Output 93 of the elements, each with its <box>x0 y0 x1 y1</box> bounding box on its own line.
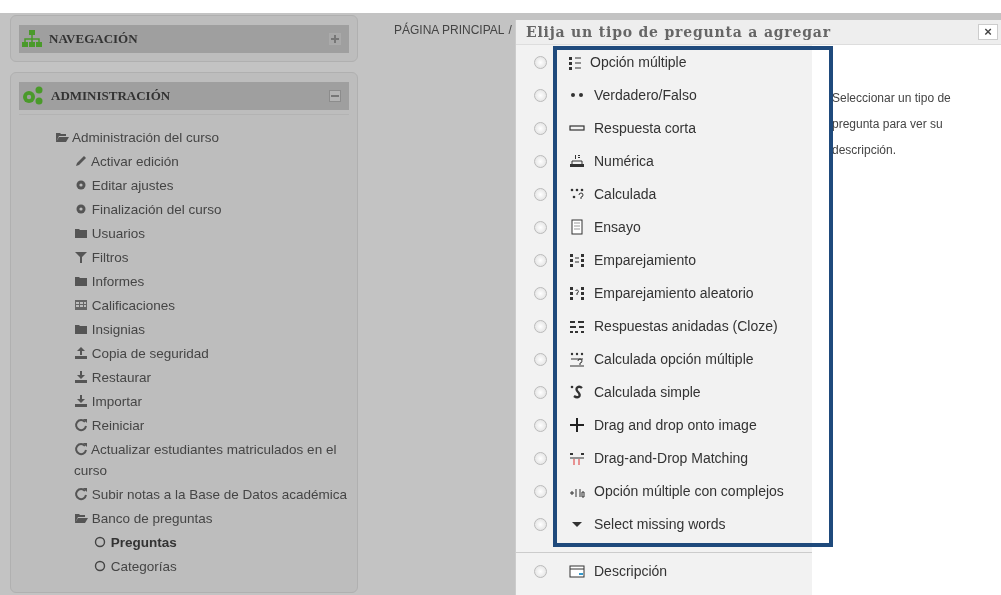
option-label[interactable]: Drag-and-Drop Matching <box>594 450 749 466</box>
block-title: NAVEGACIÓN <box>49 31 139 47</box>
tree-item[interactable]: Preguntas <box>93 532 349 553</box>
radio-button[interactable] <box>534 353 547 366</box>
formula-icon <box>569 186 585 202</box>
option-label[interactable]: Respuesta corta <box>594 120 696 136</box>
table-icon <box>74 298 88 312</box>
tree-item[interactable]: Reiniciar <box>74 415 349 436</box>
tree-item[interactable]: Actualizar estudiantes matriculados en el curso <box>74 439 349 481</box>
option-label[interactable]: Calculada <box>594 186 657 202</box>
tree-item[interactable]: Activar edición <box>74 151 349 172</box>
option-label[interactable]: Respuestas anidadas (Cloze) <box>594 318 778 334</box>
gear-icon <box>74 178 88 192</box>
option-label[interactable]: Ensayo <box>594 219 641 235</box>
folder-icon <box>74 322 88 336</box>
radio-button[interactable] <box>534 254 547 267</box>
card-icon <box>569 563 585 579</box>
option-label[interactable]: Opción múltiple con complejos <box>594 483 784 499</box>
radio-button[interactable] <box>534 452 547 465</box>
tree-item[interactable]: Calificaciones <box>74 295 349 316</box>
radio-button[interactable] <box>534 122 547 135</box>
crosshair-icon <box>569 417 585 433</box>
breadcrumb-link[interactable]: PÁGINA PRINCIPAL <box>394 23 505 37</box>
radio-button[interactable] <box>534 518 547 531</box>
radio-button[interactable] <box>534 386 547 399</box>
shape-icon <box>93 559 107 573</box>
tree-item[interactable]: Banco de preguntas <box>74 508 349 529</box>
radio-button[interactable] <box>534 188 547 201</box>
option-label[interactable]: Numérica <box>594 153 654 169</box>
shape-icon <box>93 535 107 549</box>
dialog-title: Elija un tipo de pregunta a agregar <box>526 24 831 40</box>
radio-button[interactable] <box>534 565 547 578</box>
sitemap-icon <box>21 29 43 49</box>
tree-item[interactable]: Administración del curso <box>55 127 349 148</box>
option-label[interactable]: Opción múltiple <box>590 54 687 70</box>
list-icon <box>569 57 581 70</box>
formula-icon <box>569 351 585 367</box>
radio-button[interactable] <box>534 56 547 69</box>
formula-icon <box>569 384 585 400</box>
expand-button[interactable] <box>329 33 341 45</box>
option-label[interactable]: Select missing words <box>594 516 726 532</box>
refresh-icon <box>74 442 88 456</box>
page-icon <box>569 219 585 235</box>
option-label[interactable]: Emparejamiento aleatorio <box>594 285 754 301</box>
tree-item[interactable]: Copia de seguridad <box>74 343 349 364</box>
radio-button[interactable] <box>534 485 547 498</box>
radio-button[interactable] <box>534 221 547 234</box>
gear-icon <box>74 202 88 216</box>
open-folder-icon <box>55 130 69 144</box>
folder-icon <box>74 274 88 288</box>
collapse-button[interactable] <box>329 90 341 102</box>
option-label[interactable]: Calculada opción múltiple <box>594 351 754 367</box>
breadcrumb-separator: / <box>508 23 512 37</box>
tree-item[interactable]: Subir notas a la Base de Datos académica <box>74 484 349 505</box>
open-folder-icon <box>74 511 88 525</box>
tree-item[interactable]: Importar <box>74 391 349 412</box>
radio-button[interactable] <box>534 287 547 300</box>
close-button[interactable]: × <box>978 24 998 40</box>
refresh-icon <box>74 418 88 432</box>
minus-icon <box>331 95 339 97</box>
tree-item[interactable]: Categorías <box>93 556 349 577</box>
pencil-icon <box>74 154 88 168</box>
radio-button[interactable] <box>534 419 547 432</box>
help-text: Seleccionar un tipo de pregunta para ver su descripción. <box>832 90 952 159</box>
folder-icon <box>74 226 88 240</box>
plus-icon <box>331 35 339 43</box>
download-icon <box>74 370 88 384</box>
tree-item[interactable]: Editar ajustes <box>74 175 349 196</box>
download-icon <box>74 394 88 408</box>
scale-icon <box>569 153 585 169</box>
dots-icon <box>569 92 585 98</box>
radio-button[interactable] <box>534 320 547 333</box>
option-label[interactable]: Emparejamiento <box>594 252 696 268</box>
tree-item[interactable]: Informes <box>74 271 349 292</box>
block-title: ADMINISTRACIÓN <box>51 88 172 104</box>
filter-icon <box>74 250 88 264</box>
tree-item[interactable]: Insignias <box>74 319 349 340</box>
refresh-icon <box>74 487 88 501</box>
tree-item[interactable]: Restaurar <box>74 367 349 388</box>
option-label[interactable]: Drag and drop onto image <box>594 417 757 433</box>
radio-button[interactable] <box>534 89 547 102</box>
radio-button[interactable] <box>534 155 547 168</box>
option-label[interactable]: Calculada simple <box>594 384 701 400</box>
matching-icon <box>569 285 585 301</box>
tree-item[interactable]: Filtros <box>74 247 349 268</box>
tree-item[interactable]: Usuarios <box>74 223 349 244</box>
matching-icon <box>569 450 585 466</box>
option-label[interactable]: Verdadero/Falso <box>594 87 697 103</box>
upload-icon <box>74 346 88 360</box>
tree-item[interactable]: Finalización del curso <box>74 199 349 220</box>
blanks-icon <box>569 318 585 334</box>
matching-icon <box>569 252 585 268</box>
option-label[interactable]: Descripción <box>594 563 668 579</box>
